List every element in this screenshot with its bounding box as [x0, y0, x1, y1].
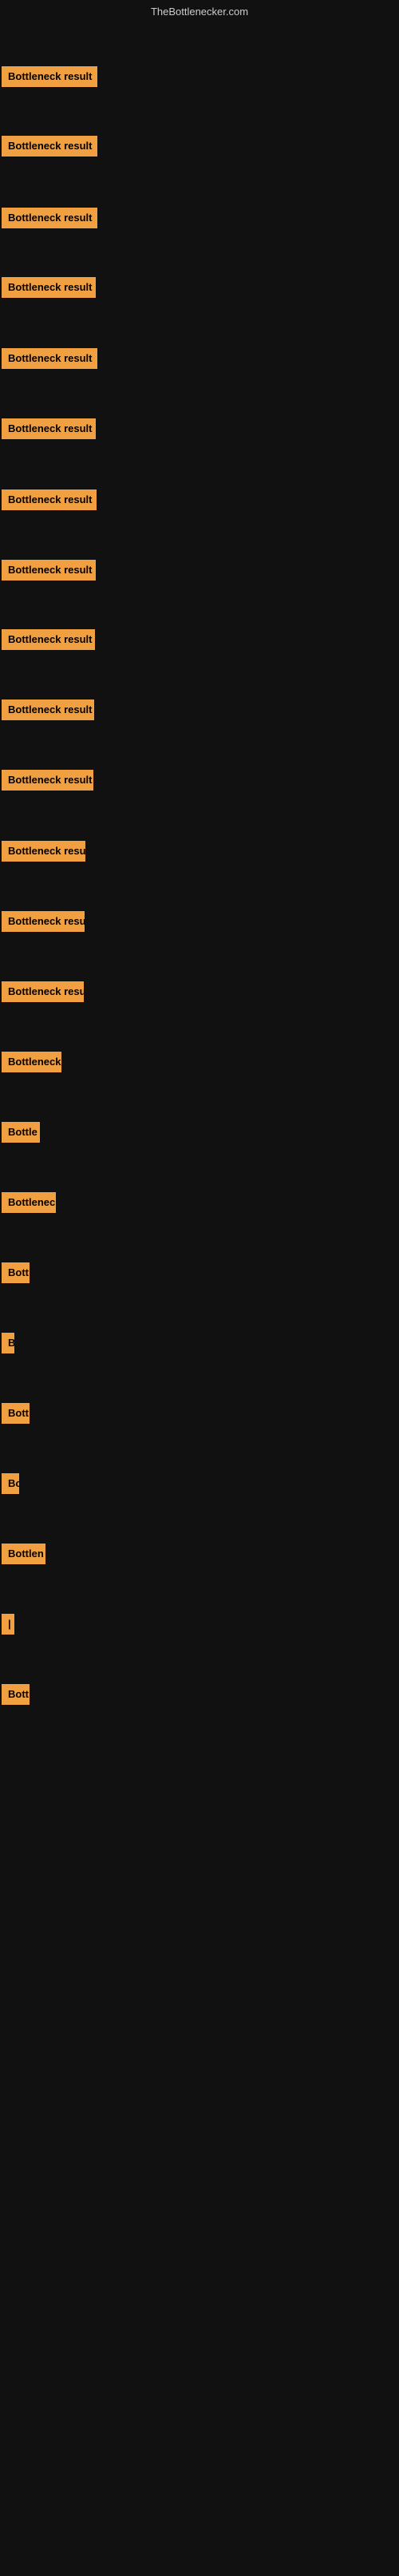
bottleneck-bar-10: Bottleneck result	[2, 699, 94, 720]
bottleneck-bar-12: Bottleneck resu	[2, 841, 85, 862]
bottleneck-bar-5: Bottleneck result	[2, 348, 97, 369]
bottleneck-bar-15: Bottleneck	[2, 1052, 61, 1072]
bottleneck-bar-23: |	[2, 1614, 14, 1635]
bottleneck-bar-7: Bottleneck result	[2, 489, 97, 510]
bottleneck-bar-22: Bottlen	[2, 1544, 45, 1564]
bottleneck-bar-21: Bo	[2, 1473, 19, 1494]
bottleneck-bar-4: Bottleneck result	[2, 277, 96, 298]
bottleneck-bar-14: Bottleneck resu	[2, 981, 84, 1002]
bottleneck-bar-13: Bottleneck resu	[2, 911, 85, 932]
site-title: TheBottlenecker.com	[151, 6, 248, 18]
bottleneck-bar-20: Bott	[2, 1403, 30, 1424]
bottleneck-bar-17: Bottlenec	[2, 1192, 56, 1213]
bottleneck-bar-9: Bottleneck result	[2, 629, 95, 650]
bottleneck-bar-24: Bott	[2, 1684, 30, 1705]
bottleneck-bar-6: Bottleneck result	[2, 418, 96, 439]
bars-container: Bottleneck result Bottleneck result Bottle…	[0, 21, 399, 2576]
bottleneck-bar-8: Bottleneck result	[2, 560, 96, 581]
bottleneck-bar-2: Bottleneck result	[2, 136, 97, 157]
bottleneck-bar-3: Bottleneck result	[2, 208, 97, 228]
bottleneck-bar-11: Bottleneck result	[2, 770, 93, 791]
bottleneck-bar-16: Bottle	[2, 1122, 40, 1143]
bottleneck-bar-19: B	[2, 1333, 14, 1353]
site-title-container: TheBottlenecker.com	[0, 0, 399, 21]
bottleneck-bar-1: Bottleneck result	[2, 66, 97, 87]
bottleneck-bar-18: Bott	[2, 1262, 30, 1283]
